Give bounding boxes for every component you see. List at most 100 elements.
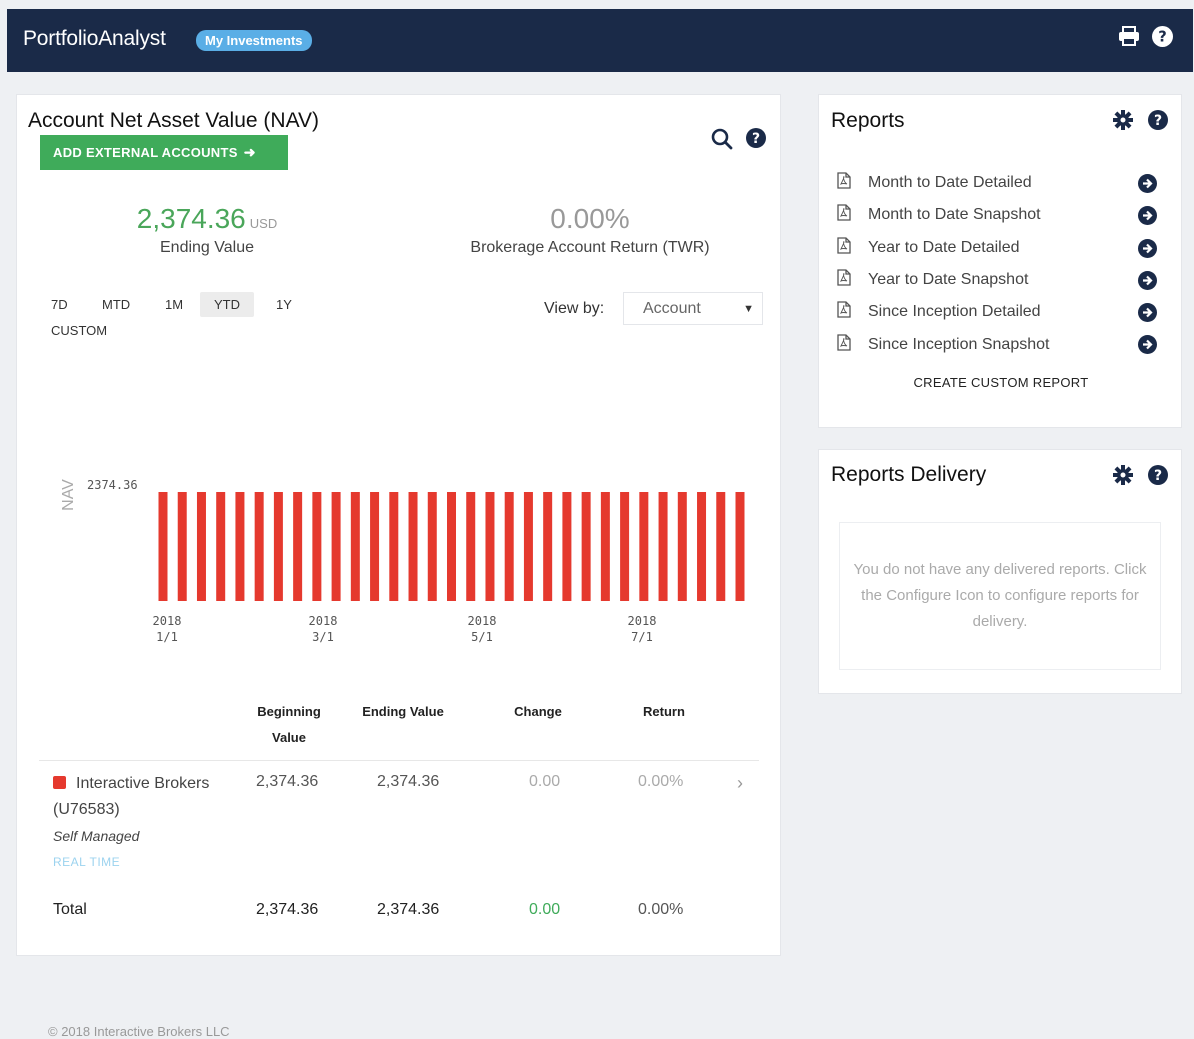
col-ending-value: Ending Value xyxy=(362,704,444,719)
report-item[interactable]: Year to Date Snapshot xyxy=(837,264,1169,296)
nav-bar xyxy=(658,492,668,601)
help-icon[interactable]: ? xyxy=(1148,465,1168,490)
footer-copyright: © 2018 Interactive Brokers LLC xyxy=(48,1024,230,1039)
nav-bar xyxy=(312,492,322,601)
nav-bar xyxy=(408,492,418,601)
arrow-right-icon: ➜ xyxy=(243,144,256,160)
nav-bar xyxy=(466,492,476,601)
search-icon[interactable] xyxy=(711,128,733,155)
x-tick-date: 1/1 xyxy=(156,630,178,644)
x-tick-year: 2018 xyxy=(628,614,657,628)
nav-bar xyxy=(697,492,707,601)
pdf-file-icon xyxy=(837,237,851,259)
return-metric: 0.00% Brokerage Account Return (TWR) xyxy=(460,203,720,257)
nav-bar xyxy=(485,492,495,601)
return-value: 0.00% xyxy=(550,203,630,234)
pdf-file-icon xyxy=(837,204,851,226)
total-label: Total xyxy=(53,901,87,918)
print-icon[interactable] xyxy=(1118,26,1140,47)
gear-icon[interactable] xyxy=(1113,465,1133,490)
report-item[interactable]: Since Inception Detailed xyxy=(837,296,1169,328)
my-investments-badge[interactable]: My Investments xyxy=(196,30,312,51)
row-return: 0.00% xyxy=(638,773,684,790)
y-tick-label: 2374.36 xyxy=(87,478,138,492)
nav-bar xyxy=(350,492,360,601)
nav-bar xyxy=(581,492,591,601)
nav-bar xyxy=(293,492,303,601)
nav-bar xyxy=(235,492,245,601)
nav-bar xyxy=(216,492,226,601)
period-custom[interactable]: CUSTOM xyxy=(37,318,121,343)
nav-bar xyxy=(562,492,572,601)
period-1m[interactable]: 1M xyxy=(151,292,197,317)
ending-value-metric: 2,374.36 USD Ending Value xyxy=(107,203,307,257)
add-button-label: ADD EXTERNAL ACCOUNTS xyxy=(53,145,238,160)
arrow-circle-right-icon[interactable] xyxy=(1138,303,1157,327)
gear-icon[interactable] xyxy=(1113,110,1133,135)
report-name: Since Inception Detailed xyxy=(868,303,1041,321)
add-external-accounts-button[interactable]: ADD EXTERNAL ACCOUNTS ➜ xyxy=(40,135,288,170)
arrow-circle-right-icon[interactable] xyxy=(1138,174,1157,198)
period-ytd[interactable]: YTD xyxy=(200,292,254,317)
period-mtd[interactable]: MTD xyxy=(88,292,144,317)
period-1y[interactable]: 1Y xyxy=(262,292,306,317)
delivery-empty-message: You do not have any delivered reports. C… xyxy=(853,561,1147,630)
pdf-file-icon xyxy=(837,333,851,356)
arrow-circle-right-icon[interactable] xyxy=(1138,206,1157,230)
period-7d[interactable]: 7D xyxy=(37,292,82,317)
x-tick-year: 2018 xyxy=(309,614,338,628)
view-by-label: View by: xyxy=(544,300,605,317)
nav-bar xyxy=(196,492,206,601)
nav-bar xyxy=(447,492,456,601)
row-ending-value: 2,374.36 xyxy=(377,773,440,790)
report-item[interactable]: Year to Date Detailed xyxy=(837,232,1169,264)
nav-bar xyxy=(543,492,553,601)
help-icon[interactable]: ? xyxy=(1152,26,1173,47)
ending-unit: USD xyxy=(249,216,278,231)
view-by-select[interactable]: Account ▼ xyxy=(623,292,763,325)
nav-bar xyxy=(504,492,514,601)
pdf-file-icon xyxy=(837,301,851,323)
report-name: Month to Date Snapshot xyxy=(868,206,1041,224)
svg-text:?: ? xyxy=(1158,29,1167,46)
arrow-circle-right-icon[interactable] xyxy=(1138,335,1157,359)
nav-bar xyxy=(523,492,533,601)
col-return: Return xyxy=(643,704,685,719)
create-custom-report-link[interactable]: CREATE CUSTOM REPORT xyxy=(819,375,1183,390)
help-icon[interactable]: ? xyxy=(1148,110,1168,135)
nav-bar xyxy=(735,492,745,601)
top-bar: PortfolioAnalyst My Investments ? xyxy=(7,9,1193,72)
report-item[interactable]: Month to Date Detailed xyxy=(837,167,1169,199)
pdf-file-icon xyxy=(837,172,851,194)
nav-bar xyxy=(427,492,437,601)
return-label: Brokerage Account Return (TWR) xyxy=(470,239,710,256)
help-icon[interactable]: ? xyxy=(746,128,766,153)
report-item[interactable]: Since Inception Snapshot xyxy=(837,328,1169,360)
view-by-value: Account xyxy=(643,299,701,317)
total-return: 0.00% xyxy=(638,901,684,918)
real-time-tag: REAL TIME xyxy=(53,855,121,869)
x-tick-date: 3/1 xyxy=(312,630,334,644)
nav-bar xyxy=(389,492,399,601)
row-beginning-value: 2,374.36 xyxy=(256,773,319,790)
nav-bar xyxy=(639,492,649,601)
account-name[interactable]: Interactive Brokers (U76583) xyxy=(53,771,213,823)
nav-bar xyxy=(677,492,687,601)
ending-value: 2,374.36 xyxy=(136,203,246,234)
arrow-circle-right-icon[interactable] xyxy=(1138,270,1157,295)
account-subtitle: Self Managed xyxy=(53,828,140,844)
ending-value-label: Ending Value xyxy=(160,239,254,256)
col-beginning-value: Beginning Value xyxy=(257,704,321,745)
total-change: 0.00 xyxy=(529,901,561,918)
arrow-circle-right-icon[interactable] xyxy=(1138,238,1157,263)
caret-down-icon: ▼ xyxy=(743,303,754,315)
pdf-file-icon xyxy=(837,269,851,291)
report-item[interactable]: Month to Date Snapshot xyxy=(837,199,1169,231)
reports-panel: Reports ? Month to Date Detailed Month t… xyxy=(818,94,1182,428)
nav-panel: Account Net Asset Value (NAV) ? ADD EXTE… xyxy=(16,94,781,956)
nav-bar xyxy=(620,492,630,601)
svg-text:?: ? xyxy=(1154,113,1162,129)
nav-bar xyxy=(273,492,283,601)
y-axis-label: NAV xyxy=(60,479,77,511)
chevron-right-icon[interactable]: › xyxy=(737,773,743,794)
